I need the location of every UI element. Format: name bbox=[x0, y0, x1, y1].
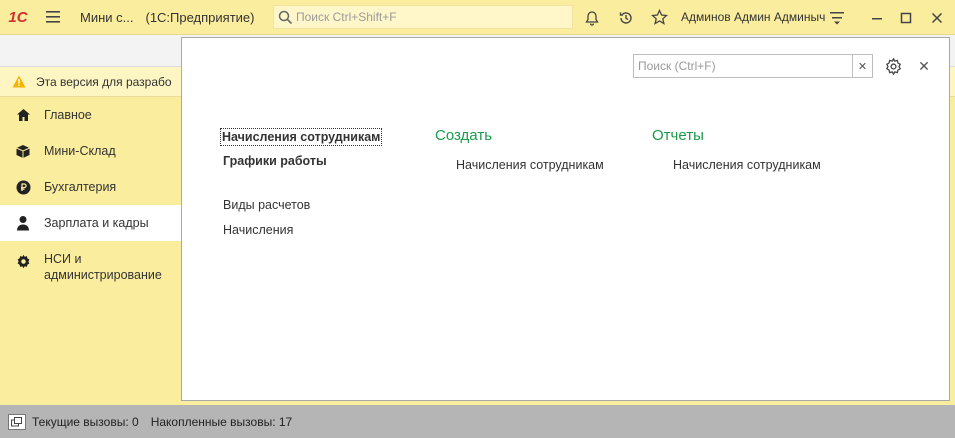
hamburger-menu-icon[interactable] bbox=[36, 0, 70, 35]
sidebar-item-nsi-admin[interactable]: НСИ и администрирование bbox=[0, 241, 182, 293]
accumulated-calls: Накопленные вызовы: 17 bbox=[150, 414, 293, 429]
window-close-icon[interactable] bbox=[922, 0, 952, 35]
reports-section-title: Отчеты bbox=[652, 127, 704, 144]
panel-search-input[interactable] bbox=[634, 55, 852, 77]
status-bar: Текущие вызовы: 0 Накопленные вызовы: 17 bbox=[0, 405, 955, 438]
nav-accruals[interactable]: Начисления bbox=[223, 223, 381, 237]
favorites-star-icon[interactable] bbox=[644, 0, 674, 35]
global-search-placeholder: Поиск Ctrl+Shift+F bbox=[296, 10, 397, 24]
ruble-icon bbox=[14, 179, 32, 195]
warning-icon bbox=[12, 75, 26, 88]
reports-column: Отчеты Начисления сотрудникам bbox=[652, 127, 821, 172]
section-panel: ✕ ✕ Начисления сотрудникам Графики работ… bbox=[181, 37, 950, 401]
sidebar-item-label: Зарплата и кадры bbox=[44, 216, 149, 230]
maximize-icon[interactable] bbox=[891, 0, 921, 35]
nav-calculation-types[interactable]: Виды расчетов bbox=[223, 198, 381, 212]
warning-text: Эта версия для разрабо bbox=[36, 74, 172, 89]
minimize-icon[interactable] bbox=[862, 0, 892, 35]
windows-icon[interactable] bbox=[8, 413, 26, 430]
panel-close-icon[interactable]: ✕ bbox=[915, 56, 933, 76]
report-employee-accruals-link[interactable]: Начисления сотрудникам bbox=[673, 158, 821, 172]
sidebar-item-main[interactable]: Главное bbox=[0, 97, 182, 133]
navigation-column: Начисления сотрудникам Графики работы Ви… bbox=[219, 128, 383, 237]
sidebar-item-accounting[interactable]: Бухгалтерия bbox=[0, 169, 182, 205]
box-icon bbox=[14, 143, 32, 159]
sidebar-item-mini-warehouse[interactable]: Мини-Склад bbox=[0, 133, 182, 169]
user-name[interactable]: Админов Админ Админыч bbox=[681, 10, 825, 24]
sidebar-item-salary-hr[interactable]: Зарплата и кадры bbox=[0, 205, 182, 241]
app-logo[interactable]: 1С bbox=[0, 0, 36, 35]
sidebar-item-label: Мини-Склад bbox=[44, 144, 116, 158]
gear-icon bbox=[14, 253, 32, 269]
create-employee-accruals-link[interactable]: Начисления сотрудникам bbox=[456, 158, 604, 172]
search-icon bbox=[278, 10, 293, 25]
global-search-input[interactable]: Поиск Ctrl+Shift+F bbox=[273, 5, 573, 29]
bell-icon[interactable] bbox=[577, 0, 607, 35]
sidebar-item-label: Бухгалтерия bbox=[44, 180, 117, 194]
current-calls: Текущие вызовы: 0 bbox=[32, 414, 139, 429]
app-title: Мини с... bbox=[80, 9, 134, 25]
history-icon[interactable] bbox=[611, 0, 641, 35]
nav-employee-accruals[interactable]: Начисления сотрудникам bbox=[219, 128, 383, 146]
panel-search[interactable]: ✕ bbox=[633, 54, 873, 78]
person-icon bbox=[14, 215, 32, 231]
settings-menu-icon[interactable] bbox=[822, 0, 852, 35]
home-icon bbox=[14, 107, 32, 123]
app-subtitle: (1С:Предприятие) bbox=[145, 9, 255, 25]
create-section-title: Создать bbox=[435, 127, 493, 144]
create-column: Создать Начисления сотрудникам bbox=[435, 127, 604, 172]
panel-settings-gear-icon[interactable] bbox=[883, 56, 903, 76]
clear-search-icon[interactable]: ✕ bbox=[852, 55, 872, 77]
sidebar-item-label: НСИ и администрирование bbox=[44, 252, 162, 282]
sidebar: Главное Мини-Склад Бухгалтерия Зарплата … bbox=[0, 97, 182, 405]
nav-work-schedules[interactable]: Графики работы bbox=[223, 154, 381, 168]
sidebar-item-label: Главное bbox=[44, 108, 92, 122]
